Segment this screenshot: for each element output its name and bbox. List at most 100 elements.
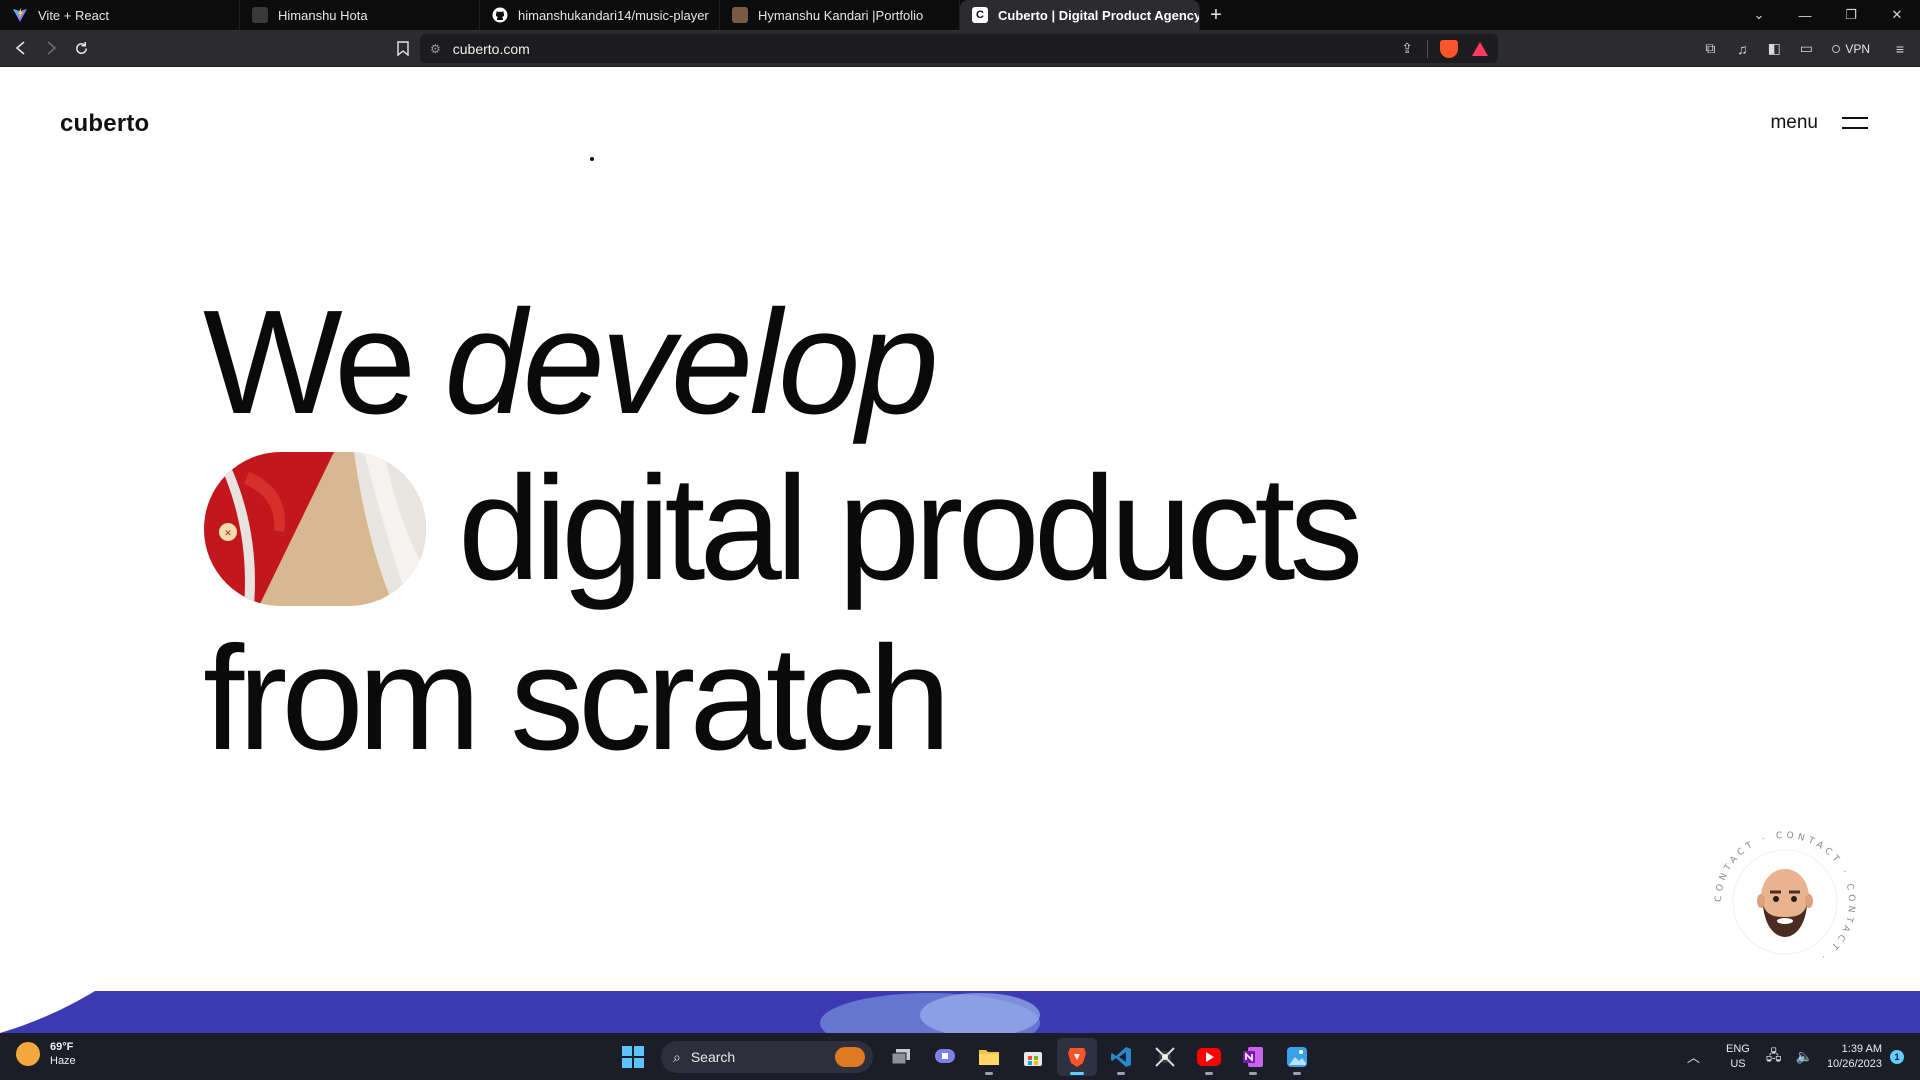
running-indicator — [985, 1072, 993, 1075]
media-icon[interactable]: ♫ — [1726, 41, 1758, 57]
running-indicator — [1205, 1072, 1213, 1075]
clock[interactable]: 1:39 AM 10/26/2023 — [1827, 1042, 1882, 1072]
vpn-status-icon — [1832, 44, 1841, 53]
reload-button[interactable] — [66, 33, 96, 63]
showreel-preview — [0, 991, 1040, 1033]
windows-start-icon[interactable] — [613, 1038, 653, 1076]
taskbar-search[interactable]: ⌕ Search — [661, 1041, 873, 1073]
wallet-icon[interactable]: ▭ — [1790, 40, 1822, 57]
tab-vite-react[interactable]: Vite + React — [0, 0, 240, 30]
cursor-follower-dot — [590, 157, 594, 161]
show-hidden-icons-chevron-icon[interactable]: ︿ — [1687, 1047, 1700, 1066]
teams-chat-icon[interactable] — [925, 1038, 965, 1076]
file-explorer-icon[interactable] — [969, 1038, 1009, 1076]
menu-label: menu — [1770, 112, 1818, 133]
address-bar[interactable]: ⚙ cuberto.com ⇪ — [420, 34, 1498, 63]
share-icon[interactable]: ⇪ — [1401, 40, 1413, 57]
brave-shields-icon[interactable] — [1440, 39, 1458, 58]
tab-himanshu-hota[interactable]: Himanshu Hota — [240, 0, 480, 30]
clock-time: 1:39 AM — [1841, 1042, 1882, 1055]
tab-title: Cuberto | Digital Product Agency — [998, 7, 1200, 23]
onenote-icon[interactable] — [1233, 1038, 1273, 1076]
back-arrow-icon — [15, 41, 25, 55]
hero-develop: develop — [444, 280, 938, 445]
site-info-icon[interactable]: ⚙ — [430, 42, 441, 56]
haze-weather-icon — [16, 1042, 40, 1066]
microsoft-store-icon[interactable] — [1013, 1038, 1053, 1076]
app-menu-icon[interactable]: ≡ — [1884, 41, 1916, 57]
brave-browser-icon[interactable] — [1057, 1038, 1097, 1076]
running-indicator — [1249, 1072, 1257, 1075]
toolbar-right: ⧉ ♫ ◧ ▭ VPN ≡ — [1694, 30, 1920, 67]
game-icon[interactable] — [1145, 1038, 1185, 1076]
profile-photo-icon — [252, 7, 268, 23]
url-text: cuberto.com — [452, 40, 530, 57]
photos-icon[interactable] — [1277, 1038, 1317, 1076]
lang-code: ENG — [1726, 1042, 1750, 1055]
system-tray: ︿ ENG US 🖧 🔈 1:39 AM 10/26/2023 1 — [1687, 1033, 1920, 1080]
vite-logo-icon — [12, 7, 28, 23]
contact-button[interactable]: CONTACT · CONTACT · CONTACT · — [1710, 827, 1860, 977]
web-page: cuberto menu ✕ We develop digital product… — [0, 67, 1920, 1033]
tab-title: Himanshu Hota — [278, 7, 368, 23]
lang-region: US — [1730, 1057, 1746, 1070]
memoji-avatar — [1757, 869, 1813, 937]
showreel-video-band — [0, 991, 1920, 1033]
tab-search-chevron-icon[interactable]: ⌄ — [1736, 7, 1782, 23]
github-icon — [492, 7, 508, 23]
bookmark-icon — [397, 40, 409, 56]
search-label: Search — [690, 1049, 736, 1065]
hero-line-1: We develop — [203, 289, 939, 437]
brave-rewards-icon[interactable] — [1472, 41, 1488, 56]
forward-arrow-icon — [47, 41, 57, 55]
window-controls: ⌄ — ❐ ✕ — [1736, 0, 1920, 30]
search-highlight-pumpkin-icon — [835, 1047, 865, 1067]
tab-portfolio[interactable]: Hymanshu Kandari |Portfolio — [720, 0, 960, 30]
restore-button[interactable]: ❐ — [1828, 7, 1874, 23]
taskbar-apps: ⌕ Search — [611, 1038, 1319, 1076]
reload-icon — [75, 41, 87, 54]
hamburger-icon — [1842, 117, 1868, 129]
notification-badge[interactable]: 1 — [1890, 1049, 1904, 1064]
weather-widget[interactable]: 69°F Haze — [16, 1040, 76, 1068]
weather-temp: 69°F — [50, 1041, 74, 1053]
search-icon: ⌕ — [673, 1048, 681, 1065]
minimize-button[interactable]: — — [1782, 8, 1828, 23]
browser-tab-strip: Vite + React Himanshu Hota himanshukanda… — [0, 0, 1920, 30]
task-view-icon[interactable] — [881, 1038, 921, 1076]
tab-github-music-player[interactable]: himanshukandari14/music-player — [480, 0, 720, 30]
bookmark-button[interactable] — [388, 33, 418, 63]
browser-toolbar: ⚙ cuberto.com ⇪ ⧉ ♫ ◧ ▭ VPN ≡ — [0, 30, 1920, 67]
running-indicator — [1117, 1072, 1125, 1075]
youtube-icon[interactable] — [1189, 1038, 1229, 1076]
forward-button[interactable] — [36, 33, 66, 63]
site-logo[interactable]: cuberto — [60, 110, 149, 138]
hero-we: We — [203, 280, 416, 445]
tab-title: Vite + React — [38, 7, 109, 23]
sidebar-icon[interactable]: ◧ — [1758, 40, 1790, 57]
new-tab-button[interactable]: + — [1200, 0, 1232, 30]
tab-title: himanshukandari14/music-player — [518, 7, 709, 23]
back-button[interactable] — [6, 33, 36, 63]
hero-line-3: from scratch — [203, 616, 951, 781]
extensions-icon[interactable]: ⧉ — [1694, 40, 1726, 57]
svg-text:✕: ✕ — [224, 529, 232, 539]
hero-sneaker-video-pill: ✕ — [204, 452, 426, 606]
hero-line-2: digital products — [458, 446, 1363, 611]
language-indicator[interactable]: ENG US — [1726, 1042, 1750, 1072]
running-indicator — [1293, 1072, 1301, 1075]
divider — [1427, 39, 1428, 58]
vscode-icon[interactable] — [1101, 1038, 1141, 1076]
menu-button[interactable]: menu — [1770, 112, 1868, 134]
network-icon[interactable]: 🖧 — [1766, 1045, 1782, 1069]
volume-icon[interactable]: 🔈 — [1796, 1048, 1813, 1065]
vpn-button[interactable]: VPN — [1832, 42, 1870, 56]
tab-cuberto[interactable]: C Cuberto | Digital Product Agency ✕ — [960, 0, 1200, 30]
vpn-label: VPN — [1845, 41, 1870, 56]
windows-taskbar: 69°F Haze ⌕ Search ︿ ENG US 🖧 🔈 1:39 AM … — [0, 1033, 1920, 1080]
tab-title: Hymanshu Kandari |Portfolio — [758, 7, 924, 23]
close-window-button[interactable]: ✕ — [1874, 7, 1920, 23]
portfolio-icon — [732, 7, 748, 23]
sneaker-image: ✕ — [204, 452, 426, 606]
clock-date: 10/26/2023 — [1826, 1057, 1882, 1070]
